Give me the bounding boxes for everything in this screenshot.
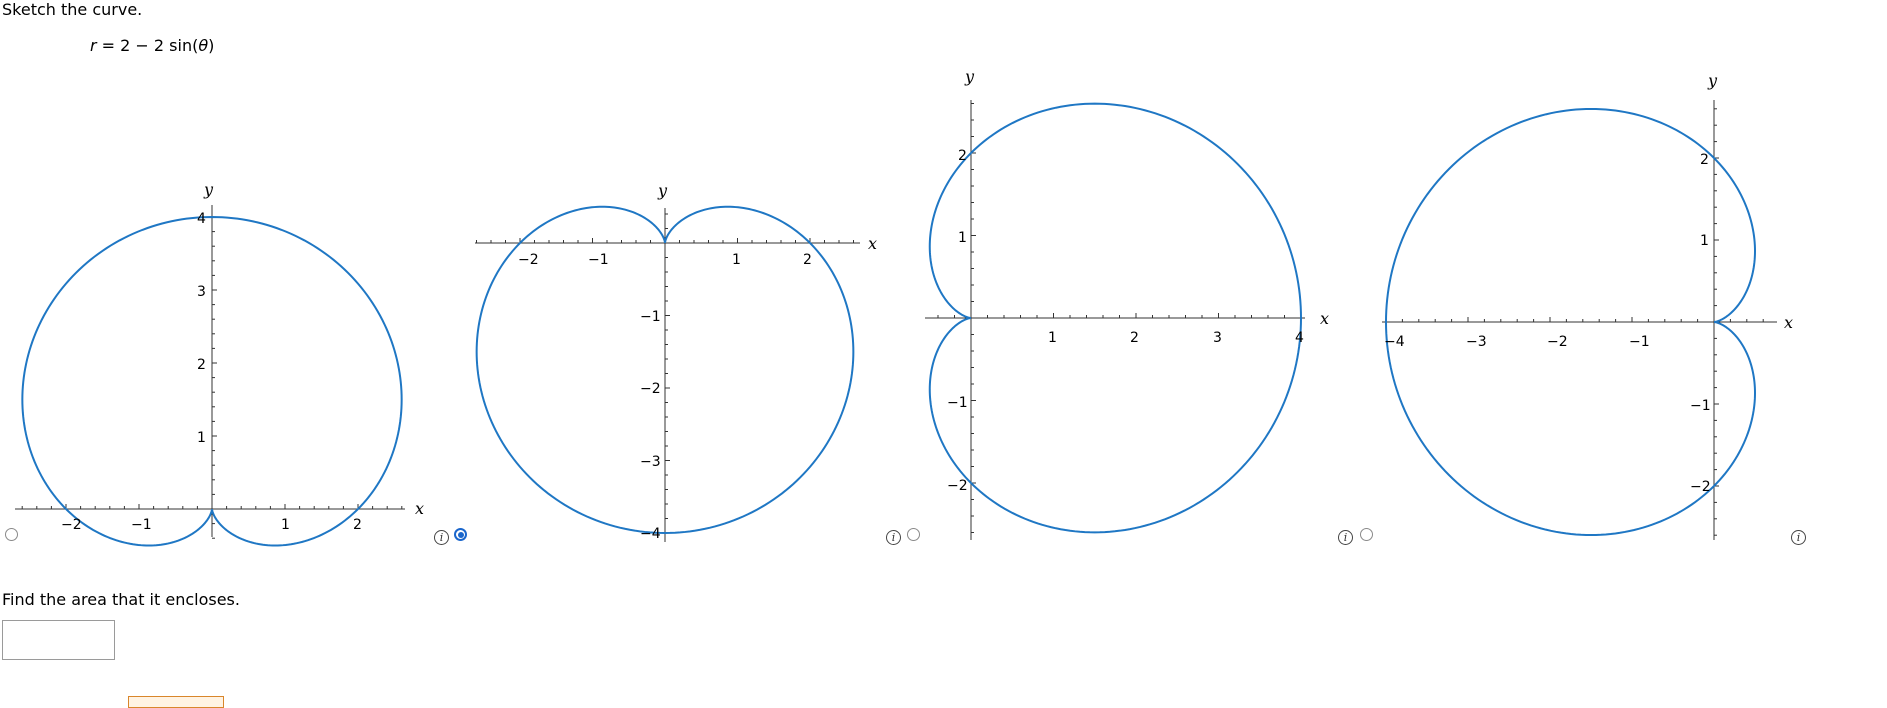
graph-d-ytick-2: 1	[1700, 233, 1709, 249]
graph-c-ytick-1: 2	[958, 148, 967, 164]
graph-d-y-label: y	[1707, 71, 1718, 90]
graph-b-xtick-3: 1	[732, 252, 741, 268]
graph-d-xtick-1: −4	[1384, 334, 1405, 350]
graph-b-ytick-3: −3	[640, 454, 661, 470]
graph-a-ytick-2: 2	[197, 357, 206, 373]
graph-d-xtick-3: −2	[1547, 334, 1568, 350]
graph-c-ytick-4: −2	[947, 478, 968, 494]
graph-a-svg: x y −2 −1 1 2 1 2 3 4	[15, 180, 424, 547]
info-icon-c[interactable]: i	[1338, 530, 1353, 545]
graph-d-x-label: x	[1784, 313, 1793, 332]
radio-option-b[interactable]	[454, 528, 467, 541]
graph-a-ytick-1: 1	[197, 430, 206, 446]
graph-option-b: x y −2 −1 1 2 −1 −2 −3 −4	[470, 180, 880, 542]
graph-option-d: x y −4 −3 −2 −1 2 1 −1 −2	[1382, 70, 1802, 550]
graph-a-xtick-3: 1	[281, 517, 290, 533]
graph-b-svg: x y −2 −1 1 2 −1 −2 −3 −4	[475, 181, 877, 542]
radio-option-a[interactable]	[5, 528, 18, 541]
graph-b-xtick-4: 2	[803, 252, 812, 268]
radio-option-c[interactable]	[907, 528, 920, 541]
equation-rhs-suffix: )	[208, 36, 215, 55]
graph-a-xtick-4: 2	[353, 517, 362, 533]
equation-lhs: r	[90, 36, 97, 55]
graph-option-c: x y 1 2 3 4 2 1 −1 −2	[925, 67, 1335, 550]
info-icon-d[interactable]: i	[1791, 530, 1806, 545]
equation-theta: θ	[198, 36, 209, 55]
area-answer-input[interactable]	[2, 620, 115, 660]
graph-a-x-label: x	[415, 499, 424, 518]
help-button[interactable]	[128, 696, 224, 708]
graph-d-xtick-2: −3	[1466, 334, 1487, 350]
graph-d-ytick-4: −2	[1690, 479, 1711, 495]
graph-c-xtick-2: 2	[1130, 330, 1139, 346]
area-question: Find the area that it encloses.	[2, 590, 240, 609]
equation: r = 2 − 2 sin(θ)	[90, 36, 214, 55]
graph-b-xtick-1: −2	[518, 252, 539, 268]
graph-b-x-label: x	[868, 234, 877, 253]
graph-d-ytick-3: −1	[1690, 398, 1711, 414]
graph-b-ytick-4: −4	[640, 526, 661, 542]
graph-d-svg: x y −4 −3 −2 −1 2 1 −1 −2	[1382, 71, 1793, 540]
graph-b-ytick-1: −1	[640, 309, 661, 325]
info-icon-b[interactable]: i	[886, 530, 901, 545]
graph-c-ytick-2: 1	[958, 230, 967, 246]
equation-rhs-prefix: = 2 − 2 sin(	[96, 36, 199, 55]
graph-b-y-label: y	[657, 181, 668, 200]
graph-a-ytick-4: 4	[197, 211, 206, 227]
graph-option-a: x y −2 −1 1 2 1 2 3 4	[15, 175, 424, 547]
graph-a-ytick-3: 3	[197, 284, 206, 300]
graph-c-y-label: y	[964, 67, 975, 86]
graph-c-ytick-3: −1	[947, 395, 968, 411]
info-icon-a[interactable]: i	[434, 530, 449, 545]
graph-a-xtick-1: −2	[61, 517, 82, 533]
graph-b-xtick-2: −1	[588, 252, 609, 268]
graph-c-xtick-1: 1	[1048, 330, 1057, 346]
graph-c-svg: x y 1 2 3 4 2 1 −1 −2	[925, 67, 1329, 540]
graph-c-xtick-4: 4	[1295, 330, 1304, 346]
graph-a-y-label: y	[203, 180, 214, 199]
graph-d-xtick-4: −1	[1629, 334, 1650, 350]
graph-d-ytick-1: 2	[1700, 152, 1709, 168]
graph-c-x-label: x	[1320, 309, 1329, 328]
radio-option-d[interactable]	[1360, 528, 1373, 541]
prompt-text: Sketch the curve.	[2, 0, 143, 19]
graph-b-ytick-2: −2	[640, 381, 661, 397]
graph-a-xtick-2: −1	[131, 517, 152, 533]
graph-c-xtick-3: 3	[1213, 330, 1222, 346]
